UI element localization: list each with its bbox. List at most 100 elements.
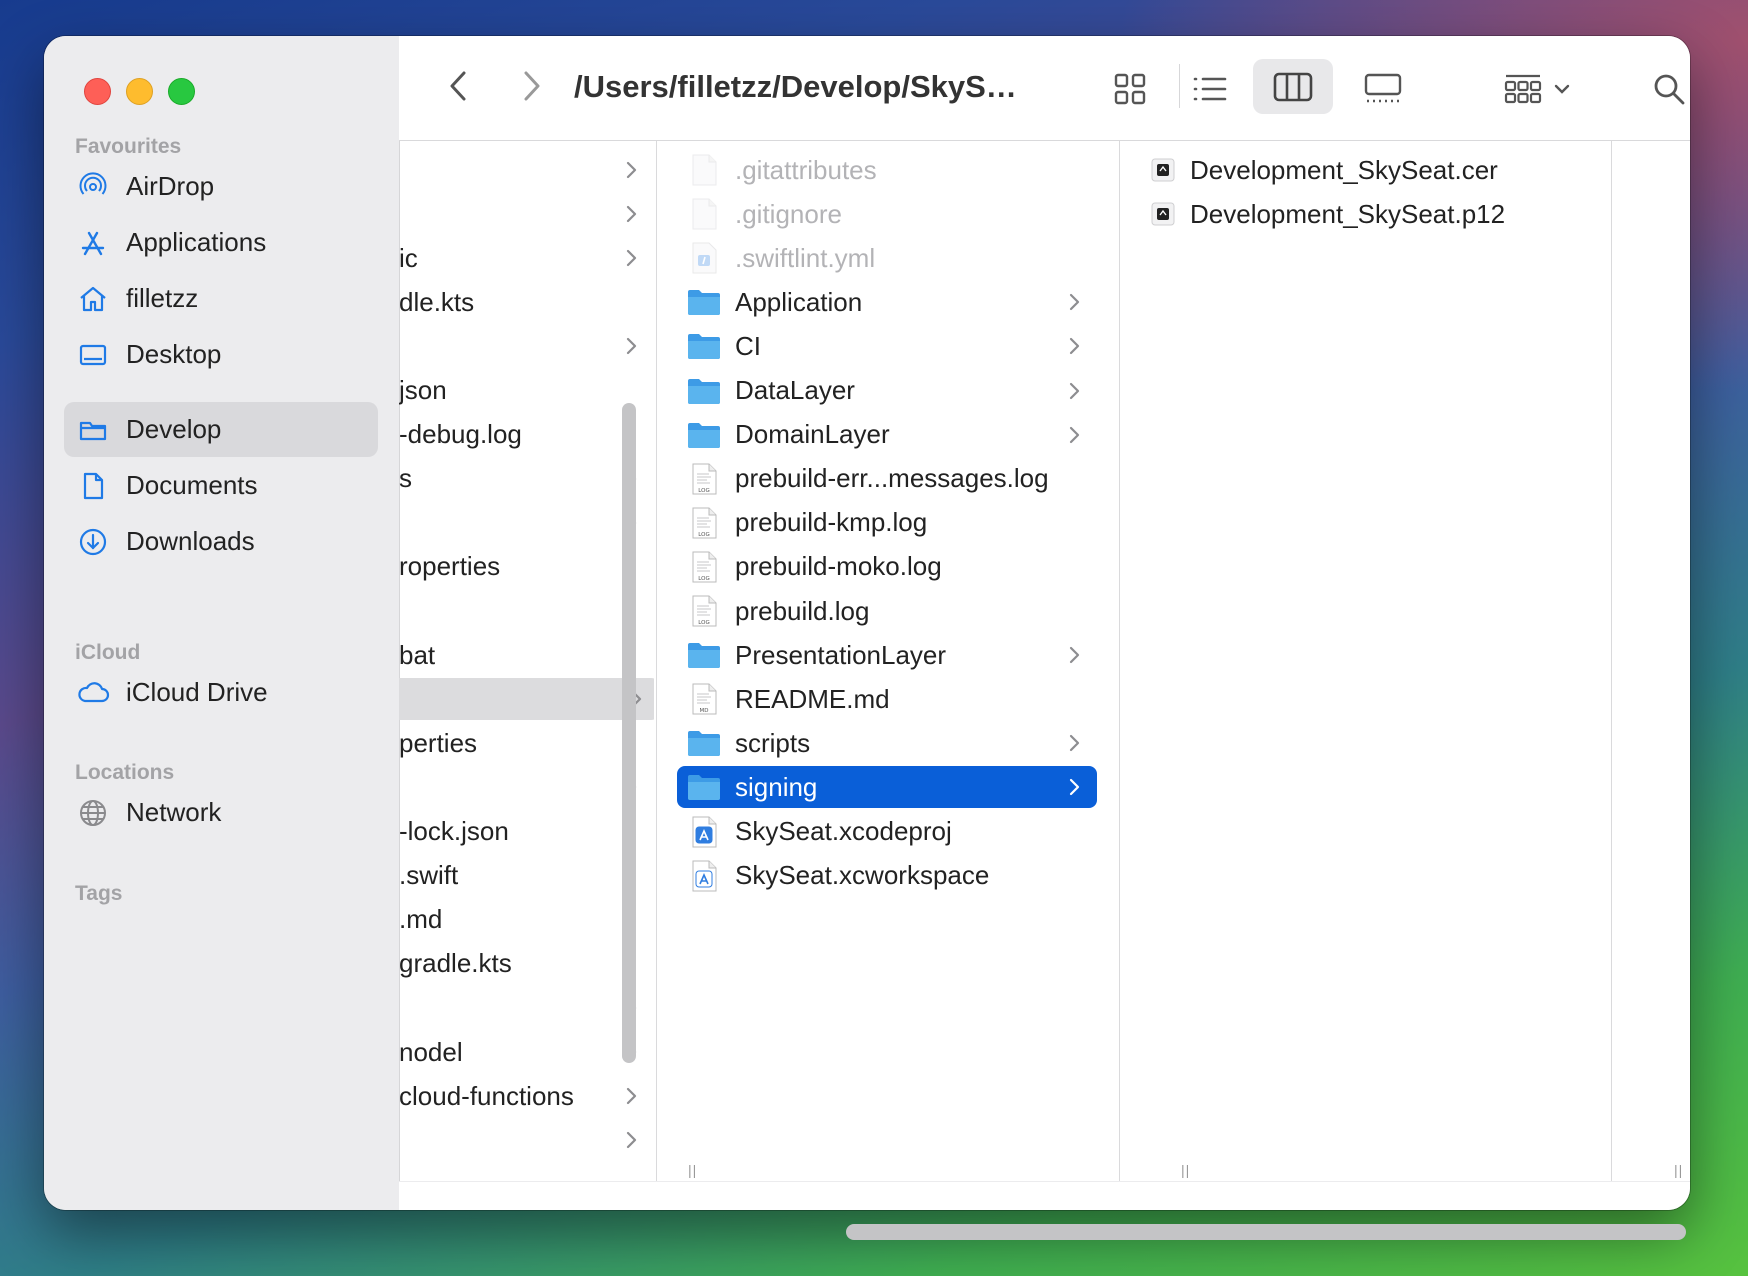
file-item[interactable]: LOG prebuild-kmp.log: [677, 502, 1097, 544]
file-item[interactable]: MD README.md: [677, 678, 1097, 720]
file-item[interactable]: .gitattributes: [677, 149, 1097, 191]
column-resize-handle[interactable]: ||: [688, 1162, 697, 1178]
list-item[interactable]: s: [399, 458, 654, 500]
chevron-right-icon: [1067, 732, 1081, 760]
list-item[interactable]: perties: [399, 722, 654, 764]
list-icon: [1193, 77, 1227, 101]
list-item[interactable]: [399, 766, 654, 808]
file-item[interactable]: LOG prebuild.log: [677, 590, 1097, 632]
list-item[interactable]: nodel: [399, 1031, 654, 1073]
log-file-icon: LOG: [687, 594, 721, 628]
list-view-button[interactable]: [1185, 64, 1235, 114]
sidebar-item-label: Documents: [126, 470, 258, 500]
folder-item[interactable]: CI: [677, 325, 1097, 367]
list-item-name: nodel: [399, 1036, 463, 1067]
folder-item[interactable]: PresentationLayer: [677, 634, 1097, 676]
file-item[interactable]: .swiftlint.yml: [677, 237, 1097, 279]
window-controls: [84, 78, 195, 105]
list-item[interactable]: [399, 590, 654, 632]
columns-icon: [1273, 72, 1313, 101]
list-item[interactable]: bat: [399, 634, 654, 676]
log-file-icon: LOG: [687, 550, 721, 584]
list-item[interactable]: [399, 1119, 654, 1161]
column-parent: ic dle.kts json -debug.log s roperties bat pert…: [399, 141, 654, 1182]
list-item[interactable]: gradle.kts: [399, 943, 654, 985]
list-item-name: json: [399, 375, 447, 405]
file-item[interactable]: LOG prebuild-err...messages.log: [677, 458, 1097, 500]
sidebar-item-network[interactable]: Network: [64, 785, 378, 840]
list-item[interactable]: [399, 149, 654, 191]
folder-item[interactable]: signing: [677, 766, 1097, 809]
sidebar-item-applications[interactable]: Applications: [64, 215, 378, 270]
close-button[interactable]: [84, 78, 111, 105]
column-resize-handle[interactable]: ||: [1674, 1162, 1683, 1178]
file-item[interactable]: LOG prebuild-moko.log: [677, 546, 1097, 588]
list-item-name: prebuild-kmp.log: [735, 507, 928, 538]
sidebar-item-label: Develop: [126, 414, 222, 444]
vertical-scrollbar[interactable]: [622, 403, 636, 1063]
list-item-name: prebuild.log: [735, 595, 870, 626]
folder-item[interactable]: scripts: [677, 722, 1097, 764]
folder-icon: [687, 726, 721, 760]
sidebar-section-icloud: iCloud: [75, 641, 141, 664]
sidebar-section-favourites: Favourites: [75, 135, 182, 158]
list-item[interactable]: [399, 678, 654, 721]
list-item-name: Development_SkySeat.p12: [1190, 198, 1506, 229]
gallery-view-button[interactable]: [1353, 64, 1413, 114]
folder-icon: [687, 374, 721, 408]
list-item[interactable]: .md: [399, 899, 654, 941]
folder-item[interactable]: DomainLayer: [677, 414, 1097, 456]
gallery-icon: [1364, 73, 1402, 103]
file-item[interactable]: .gitignore: [677, 193, 1097, 235]
folder-icon: [687, 638, 721, 672]
list-item[interactable]: [399, 502, 654, 544]
group-by-button[interactable]: [1497, 64, 1577, 114]
file-item[interactable]: Development_SkySeat.p12: [1150, 193, 1505, 235]
back-button[interactable]: [437, 64, 481, 108]
icon-view-button[interactable]: [1105, 64, 1155, 114]
zoom-button[interactable]: [168, 78, 195, 105]
folder-item[interactable]: DataLayer: [677, 370, 1097, 412]
minimize-button[interactable]: [126, 78, 153, 105]
desktop-icon: [76, 338, 110, 372]
list-item[interactable]: roperties: [399, 546, 654, 588]
folder-item[interactable]: Application: [677, 281, 1097, 323]
sidebar-item-airdrop[interactable]: AirDrop: [64, 159, 378, 214]
downloads-icon: [76, 525, 110, 559]
list-item-name: roperties: [399, 551, 501, 582]
window-path-title: /Users/filletzz/Develop/SkySe...: [574, 69, 1024, 104]
column-resize-handle[interactable]: ||: [1181, 1162, 1190, 1178]
horizontal-scrollbar[interactable]: [846, 1224, 1686, 1240]
sidebar-item-documents[interactable]: Documents: [64, 458, 378, 513]
list-item-name: signing: [735, 771, 818, 802]
list-item[interactable]: [399, 193, 654, 235]
list-item[interactable]: ic: [399, 237, 654, 279]
list-item-name: ic: [399, 242, 418, 273]
file-item[interactable]: Development_SkySeat.cer: [1150, 149, 1498, 191]
sidebar-item-desktop[interactable]: Desktop: [64, 327, 378, 382]
list-item-name: .swift: [399, 860, 459, 891]
chevron-right-icon: [624, 1129, 638, 1157]
search-button[interactable]: [1644, 64, 1690, 114]
file-item[interactable]: SkySeat.xcworkspace: [677, 855, 1097, 897]
sidebar-item-home[interactable]: filletzz: [64, 271, 378, 326]
list-item[interactable]: cloud-functions: [399, 1075, 654, 1117]
list-item-name: SkySeat.xcworkspace: [735, 860, 990, 891]
sidebar-item-downloads[interactable]: Downloads: [64, 514, 378, 569]
list-item[interactable]: -debug.log: [399, 414, 654, 456]
list-item[interactable]: dle.kts: [399, 281, 654, 323]
log-file-icon: LOG: [687, 462, 721, 496]
file-item[interactable]: SkySeat.xcodeproj: [677, 811, 1097, 853]
list-item[interactable]: -lock.json: [399, 811, 654, 853]
sidebar-item-icloud-drive[interactable]: iCloud Drive: [64, 665, 378, 720]
log-file-icon: LOG: [687, 506, 721, 540]
list-item[interactable]: [399, 325, 654, 367]
list-item[interactable]: [399, 987, 654, 1029]
chevron-right-icon: [624, 1085, 638, 1113]
list-item[interactable]: .swift: [399, 855, 654, 897]
yaml-file-icon: [687, 241, 721, 275]
forward-button[interactable]: [509, 64, 553, 108]
column-view-button[interactable]: [1253, 59, 1333, 114]
list-item[interactable]: json: [399, 370, 654, 412]
sidebar-item-develop[interactable]: Develop: [64, 402, 378, 457]
